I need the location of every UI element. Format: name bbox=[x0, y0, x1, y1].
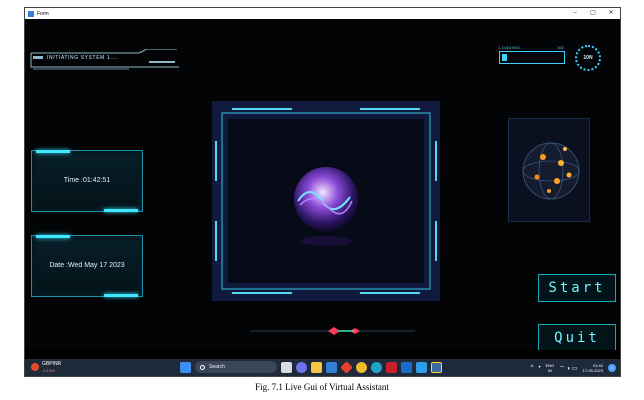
search-box[interactable]: Search bbox=[195, 361, 277, 373]
quit-button[interactable]: Quit bbox=[538, 324, 616, 350]
loading-bar-fill bbox=[502, 54, 507, 61]
app-icon bbox=[28, 10, 34, 17]
chrome-icon[interactable] bbox=[356, 361, 367, 373]
start-button[interactable]: Start bbox=[538, 274, 616, 302]
init-banner-frame bbox=[30, 49, 179, 70]
ticker-symbol: GBPINR bbox=[42, 361, 62, 367]
file-explorer-icon[interactable] bbox=[311, 361, 322, 373]
visualizer-frame bbox=[215, 108, 437, 294]
close-button[interactable]: ✕ bbox=[602, 8, 620, 19]
notification-badge[interactable]: 1 bbox=[608, 363, 616, 372]
app-window: Form – ▢ ✕ INITIATING SYSTEM 1.... LOADI… bbox=[24, 7, 621, 377]
globe-icon bbox=[522, 142, 580, 200]
minimize-button[interactable]: – bbox=[566, 8, 584, 19]
time-display: Time :01:42:51 bbox=[63, 177, 111, 184]
ticker-icon bbox=[31, 363, 39, 371]
title-bar: Form – ▢ ✕ bbox=[25, 8, 620, 19]
task-view-icon[interactable] bbox=[281, 361, 292, 373]
date-panel: Date :Wed May 17 2023 bbox=[31, 235, 143, 297]
time-panel: Time :01:42:51 bbox=[31, 150, 143, 212]
language-indicator[interactable]: ENG IN bbox=[546, 363, 555, 373]
taskbar: GBPINR -0.13% Search ^ • ENG IN ⌔ ◑ ▭ 01… bbox=[25, 359, 620, 376]
status-ring-text: 10N bbox=[583, 55, 593, 61]
date-display: Date :Wed May 17 2023 bbox=[49, 262, 125, 269]
maximize-button[interactable]: ▢ bbox=[584, 8, 602, 19]
red-app-icon[interactable] bbox=[340, 360, 353, 374]
mail-icon[interactable] bbox=[326, 361, 337, 373]
loading-bar bbox=[499, 51, 565, 64]
edge-icon[interactable] bbox=[371, 361, 382, 373]
window-title: Form bbox=[37, 10, 49, 17]
mcafee-icon[interactable] bbox=[386, 361, 397, 373]
loading-percent: 100 bbox=[557, 45, 564, 50]
vscode-icon[interactable] bbox=[416, 361, 427, 373]
chat-icon[interactable] bbox=[296, 361, 307, 373]
start-icon[interactable] bbox=[180, 361, 191, 373]
status-ring-icon: 10N bbox=[575, 45, 601, 71]
figure-caption: Fig. 7.1 Live Gui of Virtual Assistant bbox=[255, 382, 389, 392]
python-icon[interactable] bbox=[431, 361, 442, 373]
search-icon bbox=[200, 364, 205, 370]
tray-chevron-icon[interactable]: ^ bbox=[531, 365, 534, 371]
outlook-icon[interactable] bbox=[401, 361, 412, 373]
init-text: INITIATING SYSTEM 1.... bbox=[47, 55, 119, 61]
mic-icon[interactable]: • bbox=[538, 365, 540, 371]
clock[interactable]: 01:42 17-05-2023 bbox=[583, 363, 603, 373]
page: Form – ▢ ✕ INITIATING SYSTEM 1.... LOADI… bbox=[0, 0, 644, 400]
voice-waveform bbox=[250, 327, 415, 335]
init-banner: INITIATING SYSTEM 1.... bbox=[29, 49, 179, 73]
search-placeholder: Search bbox=[209, 364, 225, 370]
assistant-visualizer bbox=[212, 101, 440, 301]
language-code: ENG bbox=[545, 362, 555, 368]
globe-visual bbox=[508, 118, 590, 222]
start-button-label: Start bbox=[548, 280, 606, 296]
quit-button-label: Quit bbox=[554, 330, 600, 346]
loading-widget: LOADING... 100 10N bbox=[497, 45, 607, 77]
region-code: IN bbox=[547, 367, 552, 373]
panel-accent bbox=[36, 150, 70, 153]
loading-label: LOADING... bbox=[499, 45, 526, 50]
ticker-change: -0.13% bbox=[42, 368, 55, 373]
network-volume-battery-icon[interactable]: ⌔ ◑ ▭ bbox=[559, 364, 577, 372]
taskbar-apps: Search bbox=[180, 360, 442, 374]
assistant-canvas: INITIATING SYSTEM 1.... LOADING... 100 1… bbox=[25, 19, 620, 350]
panel-accent bbox=[36, 235, 70, 238]
panel-accent bbox=[104, 294, 138, 297]
clock-date: 17-05-2023 bbox=[582, 367, 603, 373]
panel-accent bbox=[104, 209, 138, 212]
system-tray: ^ • ENG IN ⌔ ◑ ▭ 01:42 17-05-2023 1 bbox=[531, 361, 616, 374]
